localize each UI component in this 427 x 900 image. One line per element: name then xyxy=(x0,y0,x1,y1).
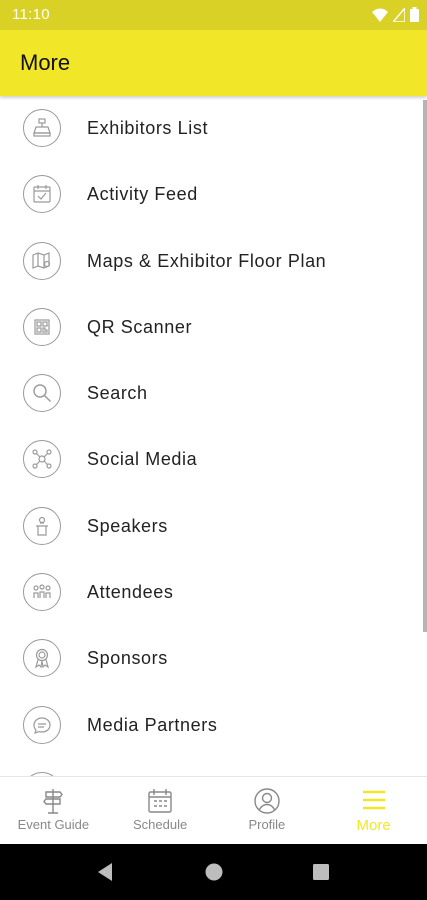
menu-item-label: QR Scanner xyxy=(87,316,193,337)
menu-item-label: Social Media xyxy=(87,449,198,470)
menu-icon xyxy=(362,790,385,810)
nav-profile[interactable]: Profile xyxy=(214,777,321,845)
people-group-icon xyxy=(23,573,61,612)
nav-label: Event Guide xyxy=(17,817,90,832)
menu-item-activity-feed[interactable]: Activity Feed xyxy=(0,162,427,228)
menu-item-label: Activity Feed xyxy=(87,184,198,205)
status-time: 11:10 xyxy=(12,6,50,23)
nav-event-guide[interactable]: Event Guide xyxy=(0,777,107,845)
status-icons xyxy=(372,7,419,22)
nav-schedule[interactable]: Schedule xyxy=(107,777,214,845)
system-navigation-bar xyxy=(0,844,427,900)
menu-item-label: Media Partners xyxy=(87,714,218,735)
menu-item-label: Attendees xyxy=(87,582,174,603)
menu-item-search[interactable]: Search xyxy=(0,361,427,427)
nav-label: Schedule xyxy=(133,817,188,832)
speaker-podium-icon xyxy=(23,506,61,545)
menu-item-label: Exhibitors List xyxy=(87,118,209,138)
wifi-icon xyxy=(372,8,388,22)
page-title: More xyxy=(20,50,71,75)
menu-item-speakers[interactable]: Speakers xyxy=(0,494,427,560)
chat-bubble-icon xyxy=(23,705,61,744)
menu-item-label: Sponsors xyxy=(87,648,168,669)
status-bar: 11:10 xyxy=(0,0,427,30)
user-circle-icon xyxy=(254,788,280,814)
menu-item-label: Maps & Exhibitor Floor Plan xyxy=(87,250,327,271)
app-bar: More xyxy=(0,30,427,96)
battery-icon xyxy=(410,7,419,22)
menu-item-social-media[interactable]: Social Media xyxy=(0,427,427,493)
search-icon xyxy=(23,374,61,413)
exhibitor-icon xyxy=(23,109,61,147)
qr-code-icon xyxy=(23,307,61,346)
social-network-icon xyxy=(23,440,61,479)
menu-item-maps-floor-plan[interactable]: Maps & Exhibitor Floor Plan xyxy=(0,229,427,295)
menu-item-label: Speakers xyxy=(87,515,168,536)
award-ribbon-icon xyxy=(23,639,61,678)
menu-item-exhibitors-list[interactable]: Exhibitors List xyxy=(0,96,427,162)
back-icon[interactable] xyxy=(96,862,114,882)
home-icon[interactable] xyxy=(204,862,224,882)
menu-item-sponsors[interactable]: Sponsors xyxy=(0,626,427,692)
menu-item-attendees[interactable]: Attendees xyxy=(0,560,427,626)
menu-item-media-partners[interactable]: Media Partners xyxy=(0,693,427,759)
scrollbar-thumb[interactable] xyxy=(423,100,427,632)
recents-icon[interactable] xyxy=(312,862,330,882)
calendar-grid-icon xyxy=(148,789,172,813)
bottom-navigation: Event Guide Schedule Profile More xyxy=(0,776,427,845)
menu-item-partial[interactable] xyxy=(0,759,427,776)
signal-icon xyxy=(393,7,405,22)
calendar-check-icon xyxy=(23,175,61,214)
more-menu-list: Exhibitors List Activity Feed Maps & Exh… xyxy=(0,96,427,776)
menu-item-qr-scanner[interactable]: QR Scanner xyxy=(0,295,427,361)
nav-label: Profile xyxy=(248,817,286,832)
nav-label: More xyxy=(356,817,391,834)
nav-more[interactable]: More xyxy=(320,777,427,845)
signpost-icon xyxy=(43,789,64,814)
map-pin-icon xyxy=(23,241,61,280)
menu-item-label: Search xyxy=(87,383,148,404)
